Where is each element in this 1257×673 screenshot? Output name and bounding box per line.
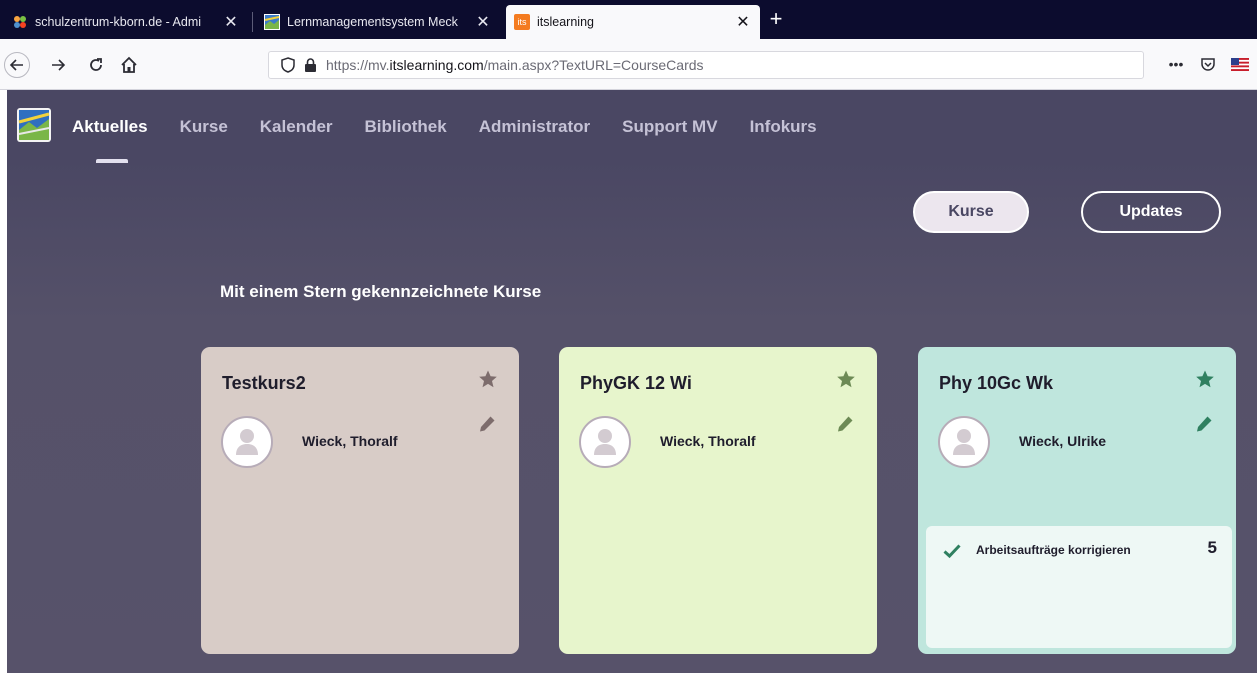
task-summary[interactable]: Arbeitsaufträge korrigieren 5 xyxy=(926,526,1232,648)
star-icon[interactable] xyxy=(836,369,856,389)
nav-bibliothek[interactable]: Bibliothek xyxy=(365,117,447,137)
url-prefix: https://mv. xyxy=(326,57,390,73)
star-icon[interactable] xyxy=(1195,369,1215,389)
itslearning-icon: its xyxy=(514,14,530,30)
main-navigation: Aktuelles Kurse Kalender Bibliothek Admi… xyxy=(72,117,849,163)
avatar xyxy=(221,416,273,468)
tab-title: Lernmanagementsystem Meck xyxy=(287,15,458,29)
course-card[interactable]: Phy 10Gc Wk Wieck, Ulrike Arbeitsaufträg… xyxy=(918,347,1236,654)
task-label: Arbeitsaufträge korrigieren xyxy=(976,543,1131,557)
nav-infokurs[interactable]: Infokurs xyxy=(750,117,817,137)
reload-button[interactable] xyxy=(83,52,109,78)
site-logo[interactable] xyxy=(17,108,51,142)
browser-tab[interactable]: Lernmanagementsystem Meck ✕ xyxy=(256,5,500,39)
avatar xyxy=(938,416,990,468)
url-text: https://mv.itslearning.com/main.aspx?Tex… xyxy=(326,57,704,73)
nav-aktuelles[interactable]: Aktuelles xyxy=(72,117,148,163)
edit-pencil-icon[interactable] xyxy=(1195,415,1213,433)
shield-icon[interactable] xyxy=(279,56,297,74)
browser-window: schulzentrum-kborn.de - Admi ✕ Lernmanag… xyxy=(0,0,1257,673)
nav-kurse[interactable]: Kurse xyxy=(180,117,228,137)
course-owner: Wieck, Thoralf xyxy=(302,433,398,449)
more-actions-button[interactable]: ••• xyxy=(1165,53,1187,75)
tab-separator xyxy=(252,12,253,32)
course-owner: Wieck, Thoralf xyxy=(660,433,756,449)
url-domain: itslearning.com xyxy=(389,57,484,73)
section-title: Mit einem Stern gekennzeichnete Kurse xyxy=(220,282,542,301)
tab-title: itslearning xyxy=(537,15,594,29)
reload-icon xyxy=(90,58,102,71)
star-icon[interactable] xyxy=(478,369,498,389)
checkmark-icon xyxy=(943,544,961,559)
pocket-icon[interactable] xyxy=(1197,53,1219,75)
tab-title: schulzentrum-kborn.de - Admi xyxy=(35,15,202,29)
tab-close-icon[interactable]: ✕ xyxy=(474,12,492,32)
tab-strip: schulzentrum-kborn.de - Admi ✕ Lernmanag… xyxy=(0,0,1257,39)
url-path: /main.aspx?TextURL=CourseCards xyxy=(483,57,704,73)
course-owner: Wieck, Ulrike xyxy=(1019,433,1107,449)
url-bar[interactable]: https://mv.itslearning.com/main.aspx?Tex… xyxy=(268,51,1144,79)
edit-pencil-icon[interactable] xyxy=(836,415,854,433)
task-count: 5 xyxy=(1207,538,1217,557)
site-header: Aktuelles Kurse Kalender Bibliothek Admi… xyxy=(7,90,1257,163)
tab-close-icon[interactable]: ✕ xyxy=(734,12,752,32)
joomla-icon xyxy=(12,14,28,30)
nav-support-mv[interactable]: Support MV xyxy=(622,117,717,137)
page-content: Aktuelles Kurse Kalender Bibliothek Admi… xyxy=(7,90,1257,673)
forward-arrow-icon xyxy=(52,59,66,71)
forward-button[interactable] xyxy=(45,52,71,78)
us-flag-icon[interactable] xyxy=(1229,53,1251,75)
tab-close-icon[interactable]: ✕ xyxy=(222,12,240,32)
course-title[interactable]: PhyGK 12 Wi xyxy=(580,373,692,394)
course-card[interactable]: Testkurs2 Wieck, Thoralf xyxy=(201,347,519,654)
back-button[interactable] xyxy=(4,52,30,78)
lock-icon[interactable] xyxy=(301,56,319,74)
browser-tab[interactable]: schulzentrum-kborn.de - Admi ✕ xyxy=(4,5,248,39)
course-card[interactable]: PhyGK 12 Wi Wieck, Thoralf xyxy=(559,347,877,654)
edit-pencil-icon[interactable] xyxy=(478,415,496,433)
new-tab-icon[interactable]: + xyxy=(764,8,788,32)
browser-tab-active[interactable]: its itslearning ✕ xyxy=(506,5,760,39)
toolbar-right: ••• xyxy=(1165,53,1251,75)
course-title[interactable]: Phy 10Gc Wk xyxy=(939,373,1053,394)
avatar xyxy=(579,416,631,468)
home-icon xyxy=(121,56,137,73)
filter-kurse-button[interactable]: Kurse xyxy=(913,191,1029,233)
course-title[interactable]: Testkurs2 xyxy=(222,373,306,394)
filter-updates-button[interactable]: Updates xyxy=(1081,191,1221,233)
navigation-bar: https://mv.itslearning.com/main.aspx?Tex… xyxy=(0,39,1257,90)
home-button[interactable] xyxy=(116,52,142,78)
nav-kalender[interactable]: Kalender xyxy=(260,117,333,137)
back-arrow-icon xyxy=(9,59,23,71)
nav-administrator[interactable]: Administrator xyxy=(479,117,590,137)
lms-icon xyxy=(264,14,280,30)
